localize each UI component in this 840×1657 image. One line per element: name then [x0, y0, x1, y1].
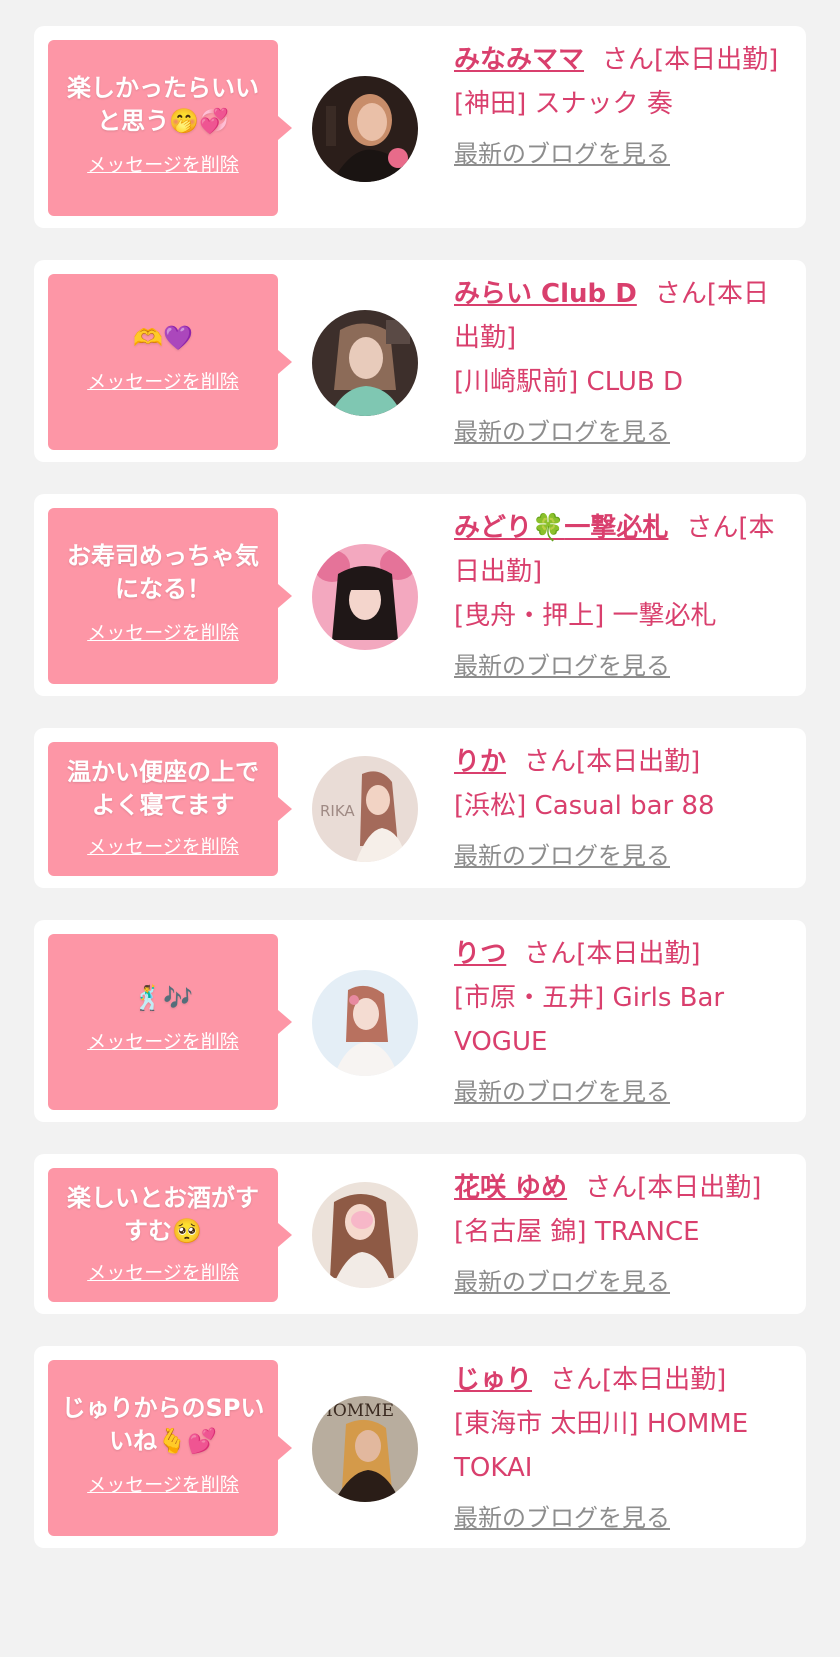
cast-name-link[interactable]: 花咲 ゆめ	[454, 1173, 567, 1203]
latest-blog-link[interactable]: 最新のブログを見る	[454, 1266, 788, 1298]
cast-status: さん[本日出勤]	[602, 45, 779, 75]
message-card: 温かい便座の上でよく寝てます メッセージを削除 RIKA りか さん[本日出勤] …	[34, 728, 806, 888]
info-block: みなみママ さん[本日出勤] [神田] スナック 奏 最新のブログを見る	[454, 38, 788, 170]
info-block: みどり🍀一撃必札 さん[本日出勤] [曳舟・押上] 一撃必札 最新のブログを見る	[454, 506, 788, 682]
info-block: 花咲 ゆめ さん[本日出勤] [名古屋 錦] TRANCE 最新のブログを見る	[454, 1166, 788, 1298]
latest-blog-link[interactable]: 最新のブログを見る	[454, 1502, 788, 1534]
cast-name-link[interactable]: じゅり	[454, 1365, 532, 1395]
message-text: じゅりからのSPいいね🫰💕	[61, 1393, 265, 1455]
message-bubble: 🫶💜 メッセージを削除	[48, 274, 292, 450]
cast-name-link[interactable]: りか	[454, 747, 506, 777]
cast-status: さん[本日出勤]	[550, 1365, 727, 1395]
message-bubble: 温かい便座の上でよく寝てます メッセージを削除	[48, 742, 292, 876]
avatar-photo	[312, 310, 418, 416]
message-bubble: 楽しいとお酒がすすむ🥺 メッセージを削除	[48, 1168, 292, 1302]
message-text: 楽しいとお酒がすすむ🥺	[67, 1183, 259, 1245]
latest-blog-link[interactable]: 最新のブログを見る	[454, 650, 788, 682]
latest-blog-link[interactable]: 最新のブログを見る	[454, 840, 788, 872]
message-emoji: 🫶💜	[133, 324, 193, 352]
cast-status: さん[本日出勤]	[524, 939, 701, 969]
message-emoji: 🕺🎶	[133, 984, 193, 1012]
avatar[interactable]	[312, 970, 418, 1076]
delete-message-link[interactable]: メッセージを削除	[87, 1258, 239, 1285]
message-bubble: じゅりからのSPいいね🫰💕 メッセージを削除	[48, 1360, 292, 1536]
message-card: 🕺🎶 メッセージを削除 りつ さん[本日出勤] [市原・五井] Girls Bar…	[34, 920, 806, 1122]
avatar[interactable]: RIKA	[312, 756, 418, 862]
message-bubble: 🕺🎶 メッセージを削除	[48, 934, 292, 1110]
message-text: お寿司めっちゃ気になる！	[67, 541, 259, 603]
cast-name-link[interactable]: みなみママ	[454, 45, 584, 75]
shop-name: [市原・五井] Girls Bar VOGUE	[454, 983, 725, 1057]
shop-name: [名古屋 錦] TRANCE	[454, 1217, 700, 1247]
avatar-watermark: RIKA	[320, 802, 355, 820]
cast-name-link[interactable]: みどり🍀一撃必札	[454, 513, 668, 543]
message-emoji: 🫰💕	[157, 1426, 217, 1455]
delete-message-link[interactable]: メッセージを削除	[87, 832, 239, 859]
delete-message-link[interactable]: メッセージを削除	[87, 1027, 239, 1054]
avatar-photo	[312, 544, 418, 650]
cast-name-link[interactable]: みらい Club D	[454, 279, 637, 309]
delete-message-link[interactable]: メッセージを削除	[87, 1470, 239, 1497]
shop-name: [浜松] Casual bar 88	[454, 791, 715, 821]
latest-blog-link[interactable]: 最新のブログを見る	[454, 416, 788, 448]
message-text: 🕺🎶	[133, 982, 193, 1015]
avatar[interactable]: HOMME	[312, 1396, 418, 1502]
shop-name: [川崎駅前] CLUB D	[454, 367, 684, 397]
message-bubble: 楽しかったらいいと思う🤭💞 メッセージを削除	[48, 40, 292, 216]
info-block: りつ さん[本日出勤] [市原・五井] Girls Bar VOGUE 最新のブロ…	[454, 932, 788, 1108]
shop-name: [東海市 太田川] HOMME TOKAI	[454, 1409, 749, 1483]
avatar-photo	[312, 76, 418, 182]
avatar[interactable]	[312, 76, 418, 182]
avatar-photo: RIKA	[312, 756, 418, 862]
delete-message-link[interactable]: メッセージを削除	[87, 150, 239, 177]
cast-name-link[interactable]: りつ	[454, 939, 506, 969]
info-block: りか さん[本日出勤] [浜松] Casual bar 88 最新のブログを見る	[454, 740, 788, 872]
message-emoji: 🤭💞	[169, 106, 229, 135]
cast-status: さん[本日出勤]	[524, 747, 701, 777]
cast-status: さん[本日出勤]	[585, 1173, 762, 1203]
message-text: 🫶💜	[133, 322, 193, 355]
avatar[interactable]	[312, 310, 418, 416]
info-block: じゅり さん[本日出勤] [東海市 太田川] HOMME TOKAI 最新のブログ…	[454, 1358, 788, 1534]
latest-blog-link[interactable]: 最新のブログを見る	[454, 138, 788, 170]
message-card: 🫶💜 メッセージを削除 みらい Club D さん[本日出勤] [川崎駅前] CL…	[34, 260, 806, 462]
avatar-photo: HOMME	[312, 1396, 418, 1502]
message-card: 楽しいとお酒がすすむ🥺 メッセージを削除 花咲 ゆめ さん[本日出勤] [名古屋 …	[34, 1154, 806, 1314]
message-text: 楽しかったらいいと思う🤭💞	[67, 73, 259, 135]
avatar-photo	[312, 1182, 418, 1288]
delete-message-link[interactable]: メッセージを削除	[87, 367, 239, 394]
message-bubble: お寿司めっちゃ気になる！ メッセージを削除	[48, 508, 292, 684]
avatar[interactable]	[312, 544, 418, 650]
info-block: みらい Club D さん[本日出勤] [川崎駅前] CLUB D 最新のブログを…	[454, 272, 788, 448]
delete-message-link[interactable]: メッセージを削除	[87, 618, 239, 645]
message-emoji: 🥺	[172, 1216, 202, 1245]
message-text: 温かい便座の上でよく寝てます	[67, 757, 259, 819]
clover-icon: 🍀	[532, 513, 565, 543]
latest-blog-link[interactable]: 最新のブログを見る	[454, 1076, 788, 1108]
avatar-photo	[312, 970, 418, 1076]
avatar-watermark: HOMME	[318, 1401, 394, 1421]
message-card: お寿司めっちゃ気になる！ メッセージを削除 みどり🍀一撃必札 さん[本日出勤] […	[34, 494, 806, 696]
message-card: じゅりからのSPいいね🫰💕 メッセージを削除 HOMME じゅり さん[本日出勤]…	[34, 1346, 806, 1548]
shop-name: [神田] スナック 奏	[454, 89, 673, 119]
message-card: 楽しかったらいいと思う🤭💞 メッセージを削除 みなみママ さん[本日出勤] [神田…	[34, 26, 806, 228]
avatar[interactable]	[312, 1182, 418, 1288]
shop-name: [曳舟・押上] 一撃必札	[454, 601, 717, 631]
